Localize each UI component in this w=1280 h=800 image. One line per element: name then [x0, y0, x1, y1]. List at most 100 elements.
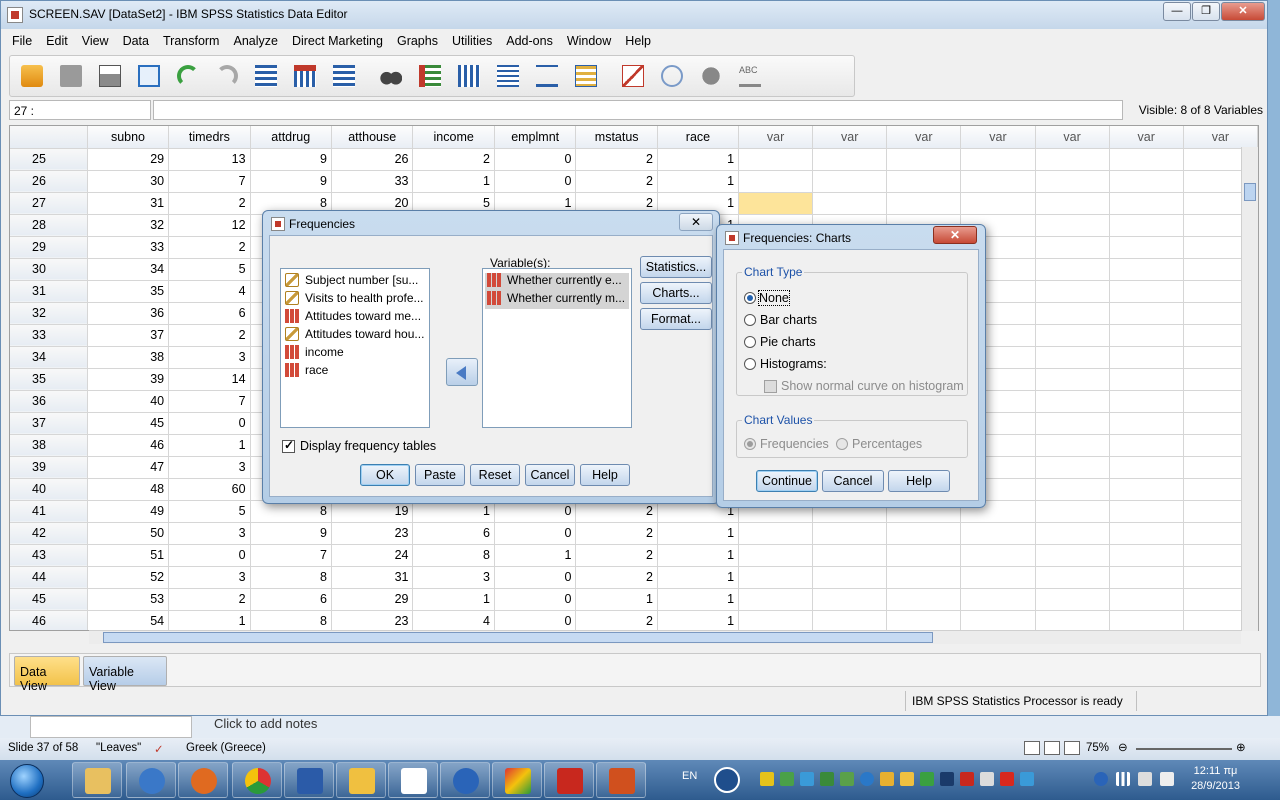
row-number[interactable]: 44: [10, 566, 88, 589]
data-cell[interactable]: 49: [87, 500, 170, 523]
source-variable-item[interactable]: Attitudes toward me...: [285, 309, 421, 327]
empty-cell[interactable]: [1109, 214, 1184, 237]
input-language[interactable]: EN: [682, 770, 697, 782]
data-cell[interactable]: 1: [412, 170, 495, 193]
data-cell[interactable]: 7: [168, 390, 251, 413]
empty-variable-header[interactable]: var: [738, 126, 814, 149]
row-number[interactable]: 42: [10, 522, 88, 545]
data-cell[interactable]: 12: [168, 214, 251, 237]
radio-bar-charts[interactable]: [744, 314, 756, 326]
data-cell[interactable]: 0: [494, 610, 577, 630]
empty-cell[interactable]: [1035, 522, 1110, 545]
empty-cell[interactable]: [1109, 346, 1184, 369]
data-cell[interactable]: 52: [87, 566, 170, 589]
empty-cell[interactable]: [812, 522, 888, 545]
show-all-variables-button[interactable]: [695, 60, 727, 92]
data-cell[interactable]: 2: [575, 544, 658, 567]
radio-none[interactable]: [744, 292, 756, 304]
data-cell[interactable]: 9: [250, 170, 332, 193]
data-cell[interactable]: 2: [575, 170, 658, 193]
data-cell[interactable]: 7: [250, 544, 332, 567]
row-number[interactable]: 39: [10, 456, 88, 479]
cell-value-input[interactable]: [153, 100, 1123, 120]
radio-frequencies[interactable]: [744, 438, 756, 450]
empty-cell[interactable]: [1109, 478, 1184, 501]
redo-button[interactable]: [211, 60, 243, 92]
data-cell[interactable]: 3: [168, 566, 251, 589]
empty-cell[interactable]: [812, 148, 888, 171]
data-cell[interactable]: 2: [575, 566, 658, 589]
normal-curve-checkbox[interactable]: [764, 380, 777, 393]
data-cell[interactable]: 30: [87, 170, 170, 193]
data-cell[interactable]: 6: [250, 588, 332, 611]
taskbar-media-player[interactable]: [178, 762, 228, 798]
data-cell[interactable]: 7: [168, 170, 251, 193]
save-button[interactable]: [55, 60, 87, 92]
row-number[interactable]: 33: [10, 324, 88, 347]
taskbar-r[interactable]: [440, 762, 490, 798]
empty-cell[interactable]: [886, 148, 962, 171]
empty-cell[interactable]: [1035, 544, 1110, 567]
data-cell[interactable]: 9: [250, 148, 332, 171]
data-cell[interactable]: 3: [168, 456, 251, 479]
empty-cell[interactable]: [1035, 500, 1110, 523]
empty-cell[interactable]: [1035, 236, 1110, 259]
goto-case-button[interactable]: [250, 60, 282, 92]
empty-cell[interactable]: [738, 522, 814, 545]
data-cell[interactable]: 2: [575, 522, 658, 545]
data-cell[interactable]: 31: [331, 566, 414, 589]
empty-cell[interactable]: [1109, 544, 1184, 567]
menu-graphs[interactable]: Graphs: [390, 31, 445, 53]
column-header[interactable]: mstatus: [575, 126, 658, 149]
tray-shield-icon[interactable]: [760, 772, 774, 786]
empty-cell[interactable]: [738, 192, 814, 215]
menu-window[interactable]: Window: [560, 31, 618, 53]
data-cell[interactable]: 46: [87, 434, 170, 457]
data-cell[interactable]: 33: [331, 170, 414, 193]
row-number[interactable]: 41: [10, 500, 88, 523]
empty-cell[interactable]: [1109, 258, 1184, 281]
data-cell[interactable]: 9: [250, 522, 332, 545]
row-number[interactable]: 43: [10, 544, 88, 567]
radio-percentages[interactable]: [836, 438, 848, 450]
empty-cell[interactable]: [886, 566, 962, 589]
data-cell[interactable]: 4: [168, 280, 251, 303]
display-frequency-tables-checkbox[interactable]: [282, 438, 295, 453]
empty-cell[interactable]: [960, 544, 1036, 567]
data-cell[interactable]: 13: [168, 148, 251, 171]
taskbar-spss[interactable]: [388, 762, 438, 798]
empty-cell[interactable]: [1109, 148, 1184, 171]
row-number[interactable]: 31: [10, 280, 88, 303]
empty-cell[interactable]: [1035, 610, 1110, 630]
taskbar-word[interactable]: [284, 762, 334, 798]
data-cell[interactable]: 47: [87, 456, 170, 479]
row-number[interactable]: 45: [10, 588, 88, 611]
signal-icon[interactable]: [1116, 772, 1130, 786]
empty-cell[interactable]: [960, 588, 1036, 611]
empty-cell[interactable]: [812, 192, 888, 215]
empty-cell[interactable]: [960, 610, 1036, 630]
row-number[interactable]: 36: [10, 390, 88, 413]
cancel-button[interactable]: Cancel: [525, 464, 575, 486]
empty-cell[interactable]: [1109, 566, 1184, 589]
row-number[interactable]: 35: [10, 368, 88, 391]
data-cell[interactable]: 1: [412, 588, 495, 611]
dialog-recall-button[interactable]: [133, 60, 165, 92]
variables-button[interactable]: [328, 60, 360, 92]
charts-close-button[interactable]: ✕: [933, 226, 977, 244]
data-cell[interactable]: 29: [87, 148, 170, 171]
empty-cell[interactable]: [886, 170, 962, 193]
data-cell[interactable]: 2: [412, 148, 495, 171]
data-cell[interactable]: 0: [168, 544, 251, 567]
zoom-level[interactable]: 75%: [1086, 742, 1109, 754]
zoom-out-icon[interactable]: ⊖: [1118, 740, 1128, 754]
horizontal-scrollbar[interactable]: [89, 630, 1241, 644]
data-cell[interactable]: 8: [412, 544, 495, 567]
column-header[interactable]: income: [412, 126, 495, 149]
data-cell[interactable]: 32: [87, 214, 170, 237]
tray-music-icon[interactable]: [1020, 772, 1034, 786]
move-variable-button[interactable]: [446, 358, 478, 386]
empty-cell[interactable]: [1109, 434, 1184, 457]
data-cell[interactable]: 0: [494, 588, 577, 611]
empty-cell[interactable]: [1109, 412, 1184, 435]
